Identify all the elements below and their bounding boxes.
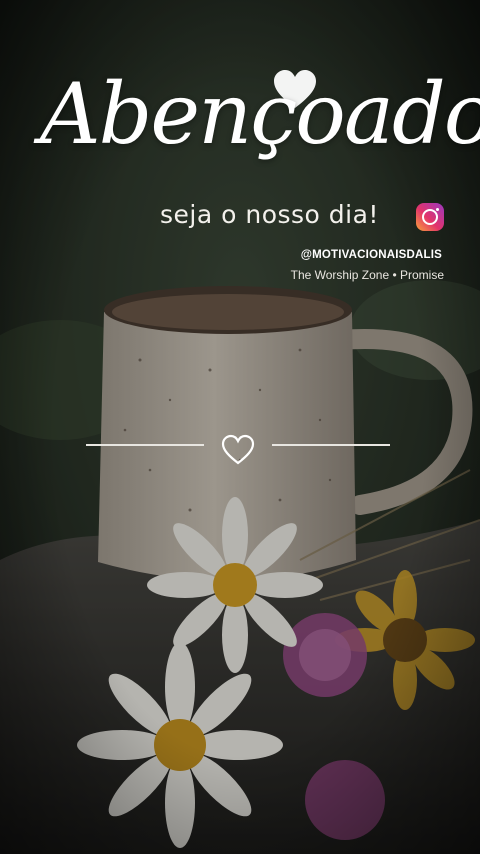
music-label[interactable]: The Worship Zone • Promise <box>291 268 444 282</box>
story-title: Abençoado <box>40 65 480 163</box>
story-subtitle: seja o nosso dia! <box>160 200 379 229</box>
heart-outline-icon <box>221 434 255 465</box>
divider-right <box>272 444 390 446</box>
account-handle[interactable]: @MOTIVACIONAISDALIS <box>301 249 442 261</box>
divider-left <box>86 444 204 446</box>
instagram-icon[interactable] <box>416 203 444 231</box>
